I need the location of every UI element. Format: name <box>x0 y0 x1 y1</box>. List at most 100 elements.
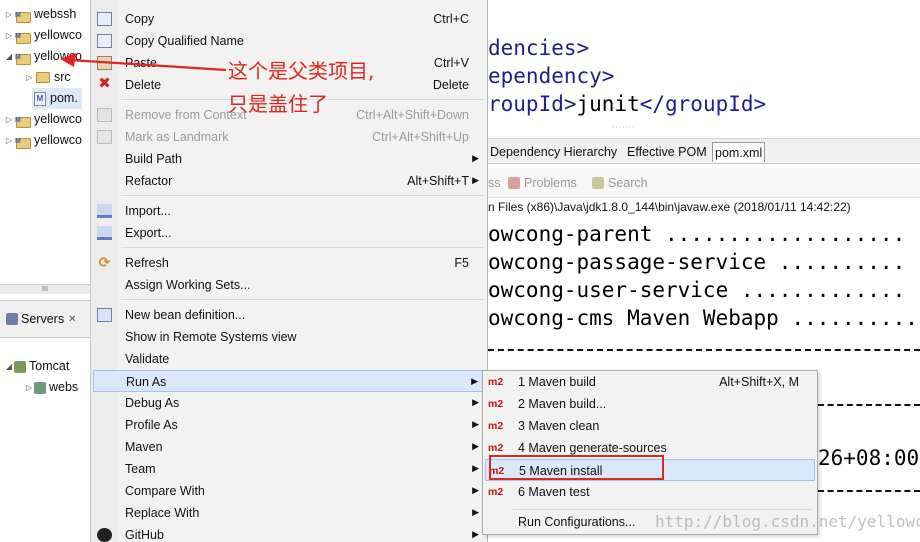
console-launch-path: n Files (x86)\Java\jdk1.8.0_144\bin\java… <box>488 200 851 214</box>
tab-pom-xml[interactable]: pom.xml <box>712 142 766 162</box>
annotation-text-line2: 只是盖住了 <box>228 92 328 116</box>
paste-icon <box>97 56 112 70</box>
menu-item-copy-qualified-name[interactable]: Copy Qualified Name <box>93 30 487 52</box>
maven-project-icon <box>15 5 31 26</box>
editor-sash[interactable]: ······· <box>612 124 634 131</box>
menu-item-new-bean-definition[interactable]: New bean definition... <box>93 304 487 326</box>
submenu-item-maven-test[interactable]: m2 6 Maven test <box>485 481 815 503</box>
menu-item-copy[interactable]: Copy Ctrl+C <box>93 8 487 30</box>
menu-item-label: Copy Qualified Name <box>125 34 244 48</box>
console-separator <box>818 490 920 492</box>
landmark-icon <box>97 130 112 144</box>
submenu-item-label: 2 Maven build... <box>518 397 607 411</box>
scroll-thumb-grip: III <box>42 286 48 293</box>
xml-line: dencies> <box>488 36 589 60</box>
console-separator <box>488 349 920 351</box>
console-view-tabs: ss Problems Search <box>488 168 920 198</box>
tree-item-yellowcong-1[interactable]: ▷ yellowco <box>4 25 82 47</box>
tree-item-label: webssh <box>34 7 77 21</box>
console-line: owcong-cms Maven Webapp .......... <box>488 306 918 330</box>
submenu-item-maven-build-dialog[interactable]: m2 2 Maven build... <box>485 393 815 415</box>
maven-project-icon <box>15 26 31 47</box>
servers-view-tab[interactable]: Servers ✕ <box>0 300 90 338</box>
tree-item-yellowcong-parent[interactable]: ◢ yellowco <box>4 46 82 68</box>
horizontal-scrollbar[interactable]: III <box>0 284 90 294</box>
menu-item-label: Validate <box>125 352 170 366</box>
menu-item-profile-as[interactable]: Profile As ▶ <box>93 414 487 436</box>
menu-item-build-path[interactable]: Build Path ▶ <box>93 148 487 170</box>
tree-item-pom[interactable]: M pom. <box>32 88 82 109</box>
expand-arrow-icon[interactable]: ▷ <box>4 109 14 130</box>
export-icon <box>97 226 112 240</box>
tree-item-label: yellowco <box>34 49 82 63</box>
menu-item-run-as[interactable]: Run As ▶ <box>93 370 487 392</box>
menu-item-compare-with[interactable]: Compare With ▶ <box>93 480 487 502</box>
menu-item-label: Run As <box>126 375 167 389</box>
submenu-item-label: 3 Maven clean <box>518 419 600 433</box>
console-separator <box>818 404 920 406</box>
menu-item-show-in-remote-systems[interactable]: Show in Remote Systems view <box>93 326 487 348</box>
submenu-item-label: 6 Maven test <box>518 485 590 499</box>
xml-close-tag: </groupId> <box>639 92 767 116</box>
server-item-tomcat[interactable]: ◢ Tomcat <box>4 356 69 377</box>
tree-item-webssh[interactable]: ▷ webssh <box>4 4 77 26</box>
expand-arrow-icon[interactable]: ▷ <box>4 130 14 151</box>
submenu-arrow-icon: ▶ <box>471 376 478 386</box>
menu-item-label: Profile As <box>125 418 178 432</box>
tab-effective-pom[interactable]: Effective POM <box>625 142 709 162</box>
bean-definition-icon <box>97 308 112 322</box>
menu-item-validate[interactable]: Validate <box>93 348 487 370</box>
submenu-item-label: Run Configurations... <box>518 515 636 529</box>
expand-arrow-icon[interactable]: ▷ <box>4 4 14 25</box>
tree-item-yellowcong-3[interactable]: ▷ yellowco <box>4 109 82 131</box>
tree-item-src[interactable]: ▷ src <box>24 67 71 88</box>
submenu-item-maven-build[interactable]: m2 1 Maven build Alt+Shift+X, M <box>485 371 815 393</box>
github-icon <box>97 528 112 542</box>
tab-dependency-hierarchy[interactable]: Dependency Hierarchy <box>488 142 619 162</box>
m2-icon: m2 <box>488 376 504 388</box>
menu-item-assign-working-sets[interactable]: Assign Working Sets... <box>93 274 487 296</box>
submenu-item-shortcut: Alt+Shift+X, M <box>719 375 799 389</box>
menu-item-refresh[interactable]: ⟳ Refresh F5 <box>93 252 487 274</box>
xml-line: ependency> <box>488 64 614 88</box>
tab-search[interactable]: Search <box>592 176 648 190</box>
menu-item-team[interactable]: Team ▶ <box>93 458 487 480</box>
servers-icon <box>6 313 18 325</box>
server-module-item[interactable]: ▷ webs <box>24 377 78 398</box>
m2-icon: m2 <box>488 442 504 454</box>
tree-item-yellowcong-4[interactable]: ▷ yellowco <box>4 130 82 152</box>
console-line: owcong-parent ................... <box>488 222 906 246</box>
tab-problems[interactable]: Problems <box>508 176 577 190</box>
menu-item-shortcut: Ctrl+C <box>433 12 469 26</box>
close-icon[interactable]: ✕ <box>68 314 76 325</box>
pom-editor[interactable]: dencies> ependency> roupId>junit</groupI… <box>488 0 920 128</box>
collapse-arrow-icon[interactable]: ◢ <box>4 356 14 377</box>
menu-item-maven[interactable]: Maven ▶ <box>93 436 487 458</box>
menu-item-refactor[interactable]: Refactor Alt+Shift+T ▶ <box>93 170 487 192</box>
expand-arrow-icon[interactable]: ▷ <box>4 25 14 46</box>
collapse-arrow-icon[interactable]: ◢ <box>4 46 14 67</box>
xml-tag: roupId> <box>488 92 577 116</box>
submenu-item-maven-clean[interactable]: m2 3 Maven clean <box>485 415 815 437</box>
run-as-submenu: m2 1 Maven build Alt+Shift+X, M m2 2 Maven … <box>482 370 818 535</box>
watermark: http://blog.csdn.net/yellowcong <box>655 512 920 531</box>
m2-icon: m2 <box>488 420 504 432</box>
menu-item-github[interactable]: GitHub ▶ <box>93 524 487 542</box>
expand-arrow-icon[interactable]: ▷ <box>24 377 34 398</box>
menu-item-import[interactable]: Import... <box>93 200 487 222</box>
menu-item-shortcut: Ctrl+Alt+Shift+Up <box>372 130 469 144</box>
tab-progress[interactable]: ss <box>488 176 501 190</box>
menu-item-label: Mark as Landmark <box>125 130 229 144</box>
menu-item-label: Maven <box>125 440 163 454</box>
menu-item-mark-as-landmark: Mark as Landmark Ctrl+Alt+Shift+Up <box>93 126 487 148</box>
menu-item-export[interactable]: Export... <box>93 222 487 244</box>
submenu-arrow-icon: ▶ <box>472 463 479 473</box>
server-item-label: Tomcat <box>29 359 70 373</box>
menu-item-replace-with[interactable]: Replace With ▶ <box>93 502 487 524</box>
copy-icon <box>97 12 112 26</box>
expand-arrow-icon[interactable]: ▷ <box>24 67 34 88</box>
maven-project-icon <box>15 131 31 152</box>
menu-item-debug-as[interactable]: Debug As ▶ <box>93 392 487 414</box>
tree-item-label: src <box>54 70 71 84</box>
menu-item-label: New bean definition... <box>125 308 246 322</box>
